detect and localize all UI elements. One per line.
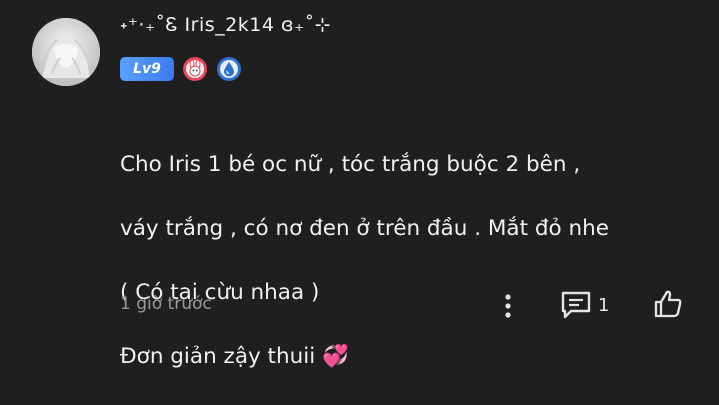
avatar-image	[32, 18, 100, 86]
reply-button[interactable]: 1	[560, 288, 609, 322]
comment-line: Đơn giản zậy thuii 💞	[120, 344, 349, 369]
username[interactable]: ˖⁺‧₊˚Ꮛ Iris_2k14 ɞ₊˚⊹	[120, 14, 331, 36]
avatar[interactable]	[32, 18, 100, 86]
water-drop-badge-icon[interactable]	[216, 56, 242, 82]
reply-count: 1	[598, 294, 610, 316]
comment-line: Cho Iris 1 bé oc nữ , tóc trắng buộc 2 b…	[120, 152, 581, 177]
like-button[interactable]	[650, 286, 686, 322]
comment-icon	[561, 291, 591, 319]
more-vertical-icon	[505, 294, 511, 318]
comment-timestamp: 1 giờ trước	[120, 294, 212, 314]
comment-line: váy trắng , có nơ đen ở trên đầu . Mắt đ…	[120, 216, 609, 241]
bunny-badge-icon[interactable]	[182, 56, 208, 82]
comment-text: Cho Iris 1 bé oc nữ , tóc trắng buộc 2 b…	[120, 117, 700, 405]
thumbs-up-icon	[654, 290, 682, 318]
badge-row: Lv9	[120, 56, 242, 82]
more-options-button[interactable]	[496, 290, 520, 322]
level-badge[interactable]: Lv9	[120, 57, 174, 81]
